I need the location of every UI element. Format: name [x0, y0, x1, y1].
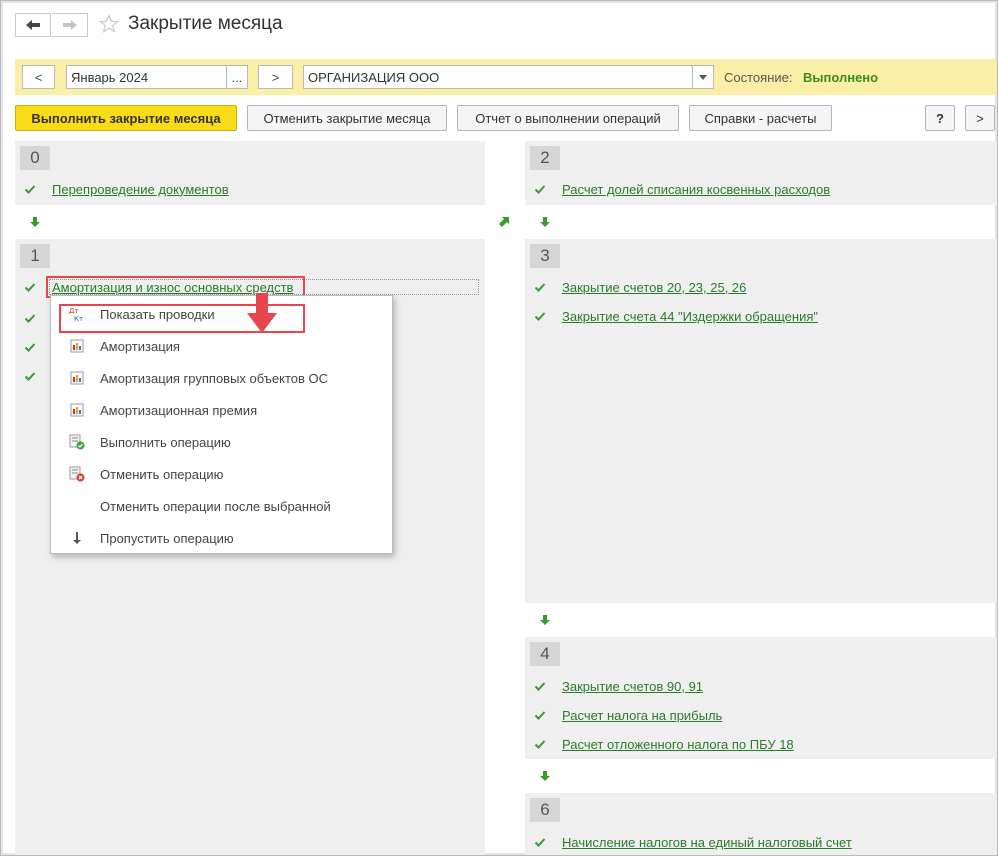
back-button[interactable]	[15, 13, 51, 37]
cancel-month-close-button[interactable]: Отменить закрытие месяца	[247, 105, 447, 131]
step-number: 6	[530, 798, 560, 822]
operation-link[interactable]: Перепроведение документов	[52, 182, 229, 197]
calculations-button[interactable]: Справки - расчеты	[689, 105, 832, 131]
check-icon	[24, 372, 36, 381]
menu-item-label: Амортизация групповых объектов ОС	[100, 370, 329, 386]
execute-month-close-button[interactable]: Выполнить закрытие месяца	[15, 105, 237, 131]
menu-item-group-depreciation[interactable]: Амортизация групповых объектов ОС	[51, 365, 392, 391]
check-icon	[24, 283, 36, 292]
page-title: Закрытие месяца	[128, 13, 283, 34]
step-number: 4	[530, 642, 560, 666]
menu-item-depreciation[interactable]: Амортизация	[51, 333, 392, 359]
skip-arrow-icon	[69, 530, 85, 546]
operation-row: Перепроведение документов	[24, 179, 229, 199]
step-number: 0	[20, 146, 50, 170]
more-commands-button[interactable]: >	[965, 105, 995, 131]
period-choose-button[interactable]: ...	[226, 65, 248, 89]
operation-row: Расчет долей списания косвенных расходов	[534, 179, 830, 199]
operation-link[interactable]: Расчет долей списания косвенных расходов	[562, 182, 830, 197]
operation-link[interactable]: Расчет отложенного налога по ПБУ 18	[562, 737, 794, 752]
step-4-panel: 4 Закрытие счетов 90, 91 Расчет налога н…	[525, 637, 997, 759]
menu-item-depreciation-bonus[interactable]: Амортизационная премия	[51, 397, 392, 423]
favorite-star-icon[interactable]	[99, 14, 119, 34]
check-icon	[534, 283, 546, 292]
step-number: 2	[530, 146, 560, 170]
arrow-down-icon	[540, 615, 550, 625]
operation-link[interactable]: Расчет налога на прибыль	[562, 708, 722, 723]
window: Закрытие месяца < Январь 2024 ... > ОРГА…	[0, 0, 998, 856]
operation-row: Закрытие счетов 90, 91	[534, 676, 703, 696]
report-icon	[69, 370, 85, 386]
pointer-arrow-icon	[247, 293, 277, 333]
check-icon	[534, 740, 546, 749]
menu-item-label: Амортизационная премия	[100, 402, 258, 418]
execute-operation-icon	[69, 434, 85, 450]
operation-row: Расчет отложенного налога по ПБУ 18	[534, 734, 794, 754]
step-2-panel: 2 Расчет долей списания косвенных расход…	[525, 141, 997, 205]
menu-item-cancel-after-selected[interactable]: Отменить операции после выбранной	[51, 493, 392, 519]
menu-item-execute-operation[interactable]: Выполнить операцию	[51, 429, 392, 455]
step-3-panel: 3 Закрытие счетов 20, 23, 25, 26 Закрыти…	[525, 239, 997, 603]
next-period-button[interactable]: >	[258, 65, 293, 89]
cancel-operation-icon	[69, 466, 85, 482]
check-icon	[534, 312, 546, 321]
prev-period-button[interactable]: <	[22, 65, 55, 89]
operation-link[interactable]: Закрытие счетов 20, 23, 25, 26	[562, 280, 746, 295]
menu-item-cancel-operation[interactable]: Отменить операцию	[51, 461, 392, 487]
state-value: Выполнено	[803, 70, 879, 85]
state-label: Состояние:	[724, 70, 793, 85]
menu-item-skip-operation[interactable]: Пропустить операцию	[51, 525, 392, 551]
check-icon	[534, 682, 546, 691]
organization-input[interactable]: ОРГАНИЗАЦИЯ ООО	[303, 65, 693, 89]
arrow-down-icon	[540, 771, 550, 781]
step-6-panel: 6 Начисление налогов на единый налоговый…	[525, 793, 997, 855]
check-icon	[24, 343, 36, 352]
check-icon	[24, 314, 36, 323]
arrow-down-icon	[540, 217, 550, 227]
arrow-up-right-icon	[499, 217, 509, 227]
step-number: 1	[20, 244, 50, 268]
organization-dropdown-button[interactable]	[692, 65, 714, 89]
operation-row: Закрытие счетов 20, 23, 25, 26	[534, 277, 746, 297]
forward-button[interactable]	[52, 13, 88, 37]
operations-report-button[interactable]: Отчет о выполнении операций	[457, 105, 679, 131]
context-menu: Дт Кт Показать проводки Амортизация Амор…	[50, 295, 393, 554]
step-0-panel: 0 Перепроведение документов	[15, 141, 485, 205]
operation-link[interactable]: Закрытие счета 44 "Издержки обращения"	[562, 309, 818, 324]
menu-item-label: Отменить операции после выбранной	[100, 498, 331, 514]
menu-item-label: Амортизация	[100, 338, 180, 354]
check-icon	[534, 838, 546, 847]
arrow-right-icon	[62, 20, 77, 30]
operation-row: Начисление налогов на единый налоговый с…	[534, 832, 852, 852]
menu-item-label: Пропустить операцию	[100, 530, 234, 546]
check-icon	[534, 185, 546, 194]
arrow-left-icon	[26, 20, 40, 30]
report-icon	[69, 402, 85, 418]
arrow-down-icon	[30, 217, 40, 227]
operation-row: Расчет налога на прибыль	[534, 705, 722, 725]
operation-row: Закрытие счета 44 "Издержки обращения"	[534, 306, 818, 326]
menu-item-label: Выполнить операцию	[100, 434, 231, 450]
period-input[interactable]: Январь 2024	[66, 65, 227, 89]
check-icon	[24, 185, 36, 194]
dropdown-triangle-icon	[699, 74, 707, 80]
report-icon	[69, 338, 85, 354]
menu-item-label: Отменить операцию	[100, 466, 224, 482]
operation-link[interactable]: Начисление налогов на единый налоговый с…	[562, 835, 852, 850]
help-button[interactable]: ?	[925, 105, 955, 131]
step-number: 3	[530, 244, 560, 268]
check-icon	[534, 711, 546, 720]
operation-link[interactable]: Закрытие счетов 90, 91	[562, 679, 703, 694]
